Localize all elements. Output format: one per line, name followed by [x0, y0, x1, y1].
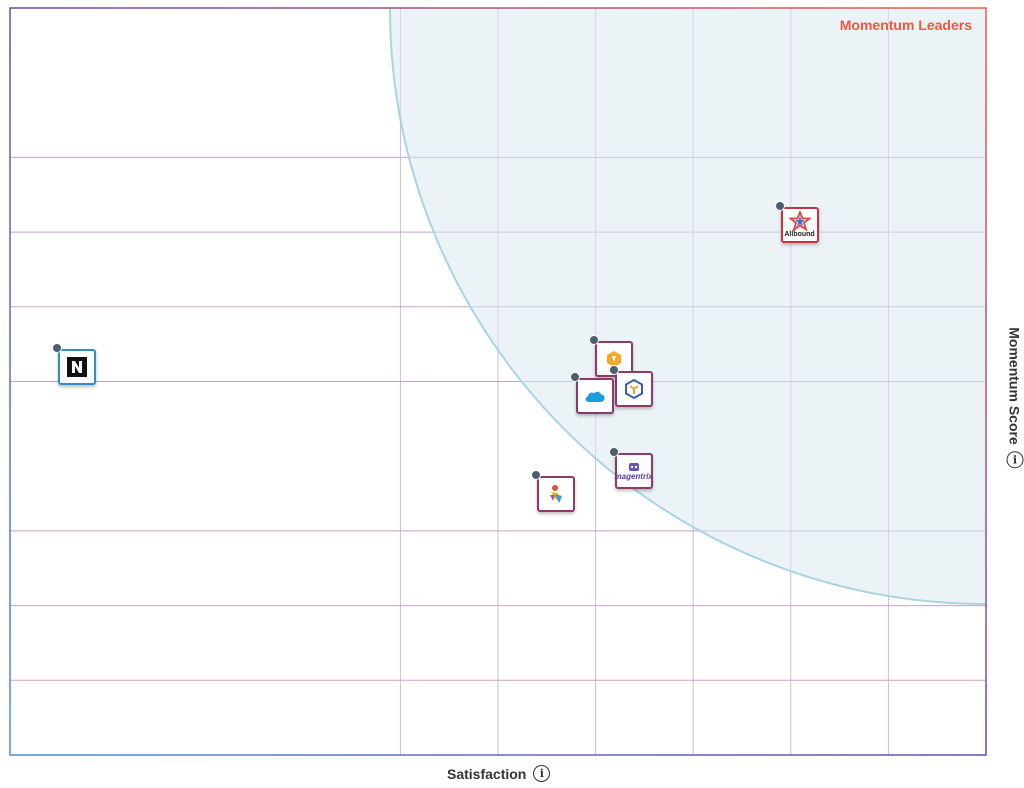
- data-point-marker[interactable]: [608, 364, 619, 375]
- info-icon[interactable]: i: [533, 765, 551, 782]
- salesforce-cloud-icon: [583, 387, 607, 405]
- x-axis-title: Satisfaction i: [447, 765, 551, 782]
- x-axis-label: Satisfaction: [447, 765, 527, 782]
- data-point-magentrix-tile[interactable]: magentrix: [614, 453, 653, 490]
- cube-icon: [623, 378, 645, 400]
- data-point-marker[interactable]: [530, 469, 541, 480]
- chart-area: Momentum Leaders Satisfaction i Momentum…: [0, 0, 1024, 788]
- data-point-marker[interactable]: [52, 342, 63, 353]
- data-point-salesforce-cloud-tile[interactable]: [575, 378, 614, 415]
- plot-svg: [9, 7, 1009, 774]
- data-point-cube-tile[interactable]: [614, 370, 653, 407]
- info-icon[interactable]: i: [1006, 451, 1024, 469]
- data-point-colorful-figure-tile[interactable]: [536, 475, 575, 512]
- colorful-figure-icon: [546, 483, 566, 505]
- allbound-icon: [787, 209, 812, 232]
- data-point-allbound-tile[interactable]: Allbound: [780, 206, 819, 243]
- logo-text: magentrix: [614, 471, 653, 481]
- data-point-n-square-tile[interactable]: [58, 348, 97, 385]
- momentum-leaders-region: [389, 8, 986, 605]
- n-square-icon: [66, 356, 88, 378]
- y-axis-label: Momentum Score: [1007, 327, 1023, 445]
- quadrant-label: Momentum Leaders: [839, 17, 972, 33]
- data-point-marker[interactable]: [774, 200, 785, 211]
- y-axis-title: Momentum Score i: [1006, 327, 1024, 469]
- data-point-marker[interactable]: [608, 447, 619, 458]
- logo-text: Allbound: [784, 231, 815, 239]
- magentrix-icon: [627, 462, 641, 472]
